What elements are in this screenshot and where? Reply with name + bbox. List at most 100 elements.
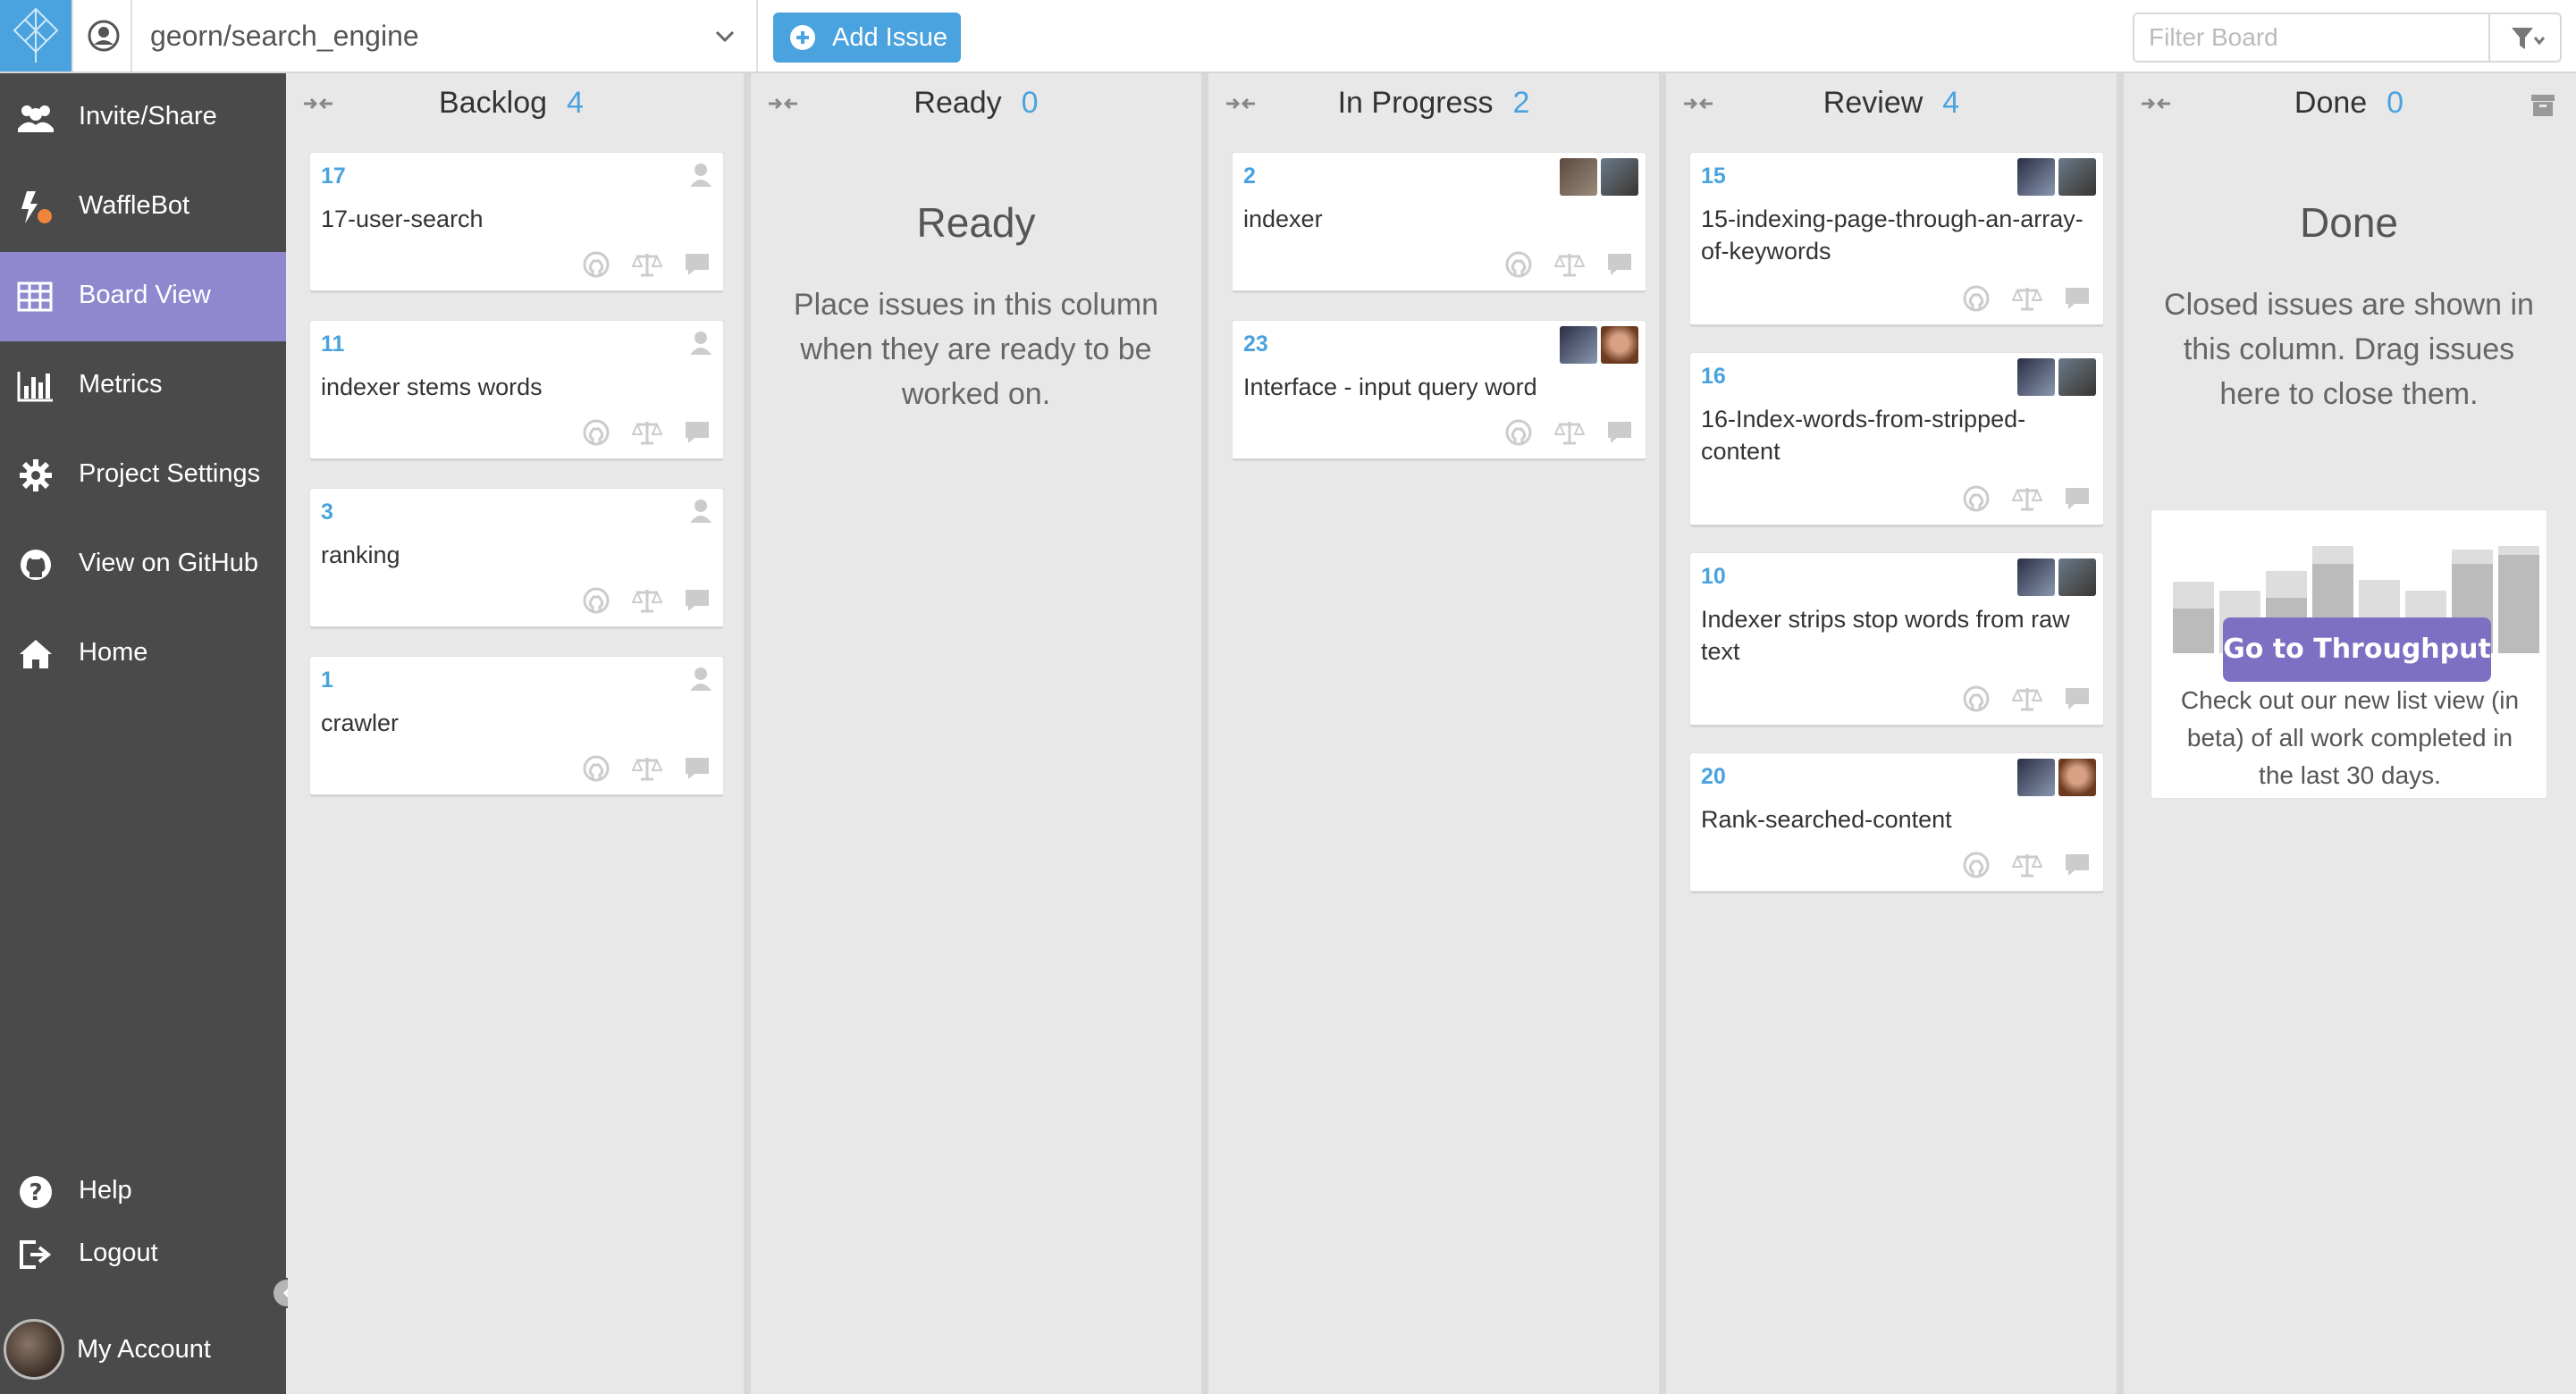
card-actions xyxy=(1945,485,2091,512)
github-icon[interactable] xyxy=(1963,852,1990,878)
avatar[interactable] xyxy=(2058,759,2096,796)
avatar[interactable] xyxy=(1560,158,1597,196)
balance-scale-icon[interactable] xyxy=(1553,251,1585,278)
comment-icon[interactable] xyxy=(2064,286,2091,311)
empty-column-message: Ready Place issues in this column when t… xyxy=(779,198,1173,416)
column-review: Review 4 15 15-indexing-page-through-an-a… xyxy=(1668,73,2115,1394)
account-avatar[interactable] xyxy=(4,1319,64,1380)
github-icon[interactable] xyxy=(1963,285,1990,312)
unassigned-user-icon[interactable] xyxy=(689,162,712,189)
avatar[interactable] xyxy=(2017,558,2055,596)
balance-scale-icon[interactable] xyxy=(631,587,662,614)
github-icon[interactable] xyxy=(583,755,610,782)
column-in-progress: In Progress 2 2 indexer 23 Interface - in… xyxy=(1210,73,1657,1394)
balance-scale-icon[interactable] xyxy=(1553,419,1585,446)
avatar[interactable] xyxy=(2017,759,2055,796)
balance-scale-icon[interactable] xyxy=(2011,485,2042,512)
sidebar-item-view-on-github[interactable]: View on GitHub xyxy=(0,520,286,609)
github-icon[interactable] xyxy=(1963,685,1990,712)
comment-icon[interactable] xyxy=(684,420,711,445)
issue-title: 16-Index-words-from-stripped-content xyxy=(1701,406,2026,465)
github-icon[interactable] xyxy=(1505,251,1532,278)
issue-card[interactable]: 15 15-indexing-page-through-an-array-of-… xyxy=(1689,152,2104,327)
add-issue-button[interactable]: Add Issue xyxy=(773,13,961,63)
balance-scale-icon[interactable] xyxy=(631,419,662,446)
sidebar-item-board-view[interactable]: Board View xyxy=(0,252,286,341)
column-divider xyxy=(1201,73,1208,1394)
comment-icon[interactable] xyxy=(2064,686,2091,711)
avatar[interactable] xyxy=(2058,158,2096,196)
go-to-throughput-button[interactable]: Go to Throughput xyxy=(2223,617,2491,682)
comment-icon[interactable] xyxy=(684,756,711,781)
comment-icon[interactable] xyxy=(1606,252,1633,277)
comment-icon[interactable] xyxy=(2064,852,2091,878)
issue-card[interactable]: 11 indexer stems words xyxy=(309,320,724,461)
sidebar-item-home[interactable]: Home xyxy=(0,609,286,699)
issue-number: 15 xyxy=(1701,164,1726,189)
issue-card[interactable]: 20 Rank-searched-content xyxy=(1689,752,2104,894)
avatar[interactable] xyxy=(2058,358,2096,396)
filter-icon xyxy=(2512,28,2546,49)
avatar[interactable] xyxy=(2017,358,2055,396)
balance-scale-icon[interactable] xyxy=(2011,852,2042,878)
issue-card[interactable]: 23 Interface - input query word xyxy=(1232,320,1646,461)
avatar[interactable] xyxy=(1560,326,1597,364)
avatar[interactable] xyxy=(1601,326,1638,364)
unassigned-user-icon[interactable] xyxy=(689,666,712,693)
issue-card[interactable]: 17 17-user-search xyxy=(309,152,724,293)
github-icon[interactable] xyxy=(583,419,610,446)
balance-scale-icon[interactable] xyxy=(631,251,662,278)
my-account-link[interactable]: My Account xyxy=(77,1335,211,1365)
issue-title: 15-indexing-page-through-an-array-of-key… xyxy=(1701,206,2084,265)
balance-scale-icon[interactable] xyxy=(631,755,662,782)
column-count: 4 xyxy=(567,86,584,120)
project-selector[interactable]: georn/search_engine xyxy=(132,0,758,71)
empty-column-body: Place issues in this column when they ar… xyxy=(793,288,1159,411)
unassigned-user-icon[interactable] xyxy=(689,498,712,525)
issue-title: ranking xyxy=(321,542,400,568)
balance-scale-icon[interactable] xyxy=(2011,285,2042,312)
users-icon xyxy=(18,105,54,132)
waffle-logo[interactable] xyxy=(0,0,72,71)
issue-card[interactable]: 16 16-Index-words-from-stripped-content xyxy=(1689,352,2104,527)
archive-icon[interactable] xyxy=(2530,93,2556,118)
comment-icon[interactable] xyxy=(684,588,711,613)
github-icon[interactable] xyxy=(1505,419,1532,446)
column-title: Review xyxy=(1823,86,1924,120)
sidebar-item-help[interactable]: ? Help xyxy=(0,1160,286,1222)
unassigned-user-icon[interactable] xyxy=(689,330,712,357)
column-backlog: Backlog 4 17 17-user-search 11 indexer st… xyxy=(288,73,735,1394)
avatar[interactable] xyxy=(2017,158,2055,196)
filter-input[interactable] xyxy=(2134,14,2492,61)
column-title: Backlog xyxy=(439,86,548,120)
column-divider xyxy=(2117,73,2124,1394)
avatar[interactable] xyxy=(1601,158,1638,196)
issue-card[interactable]: 2 indexer xyxy=(1232,152,1646,293)
github-icon[interactable] xyxy=(583,587,610,614)
assignee-avatars xyxy=(1556,326,1638,368)
issue-card[interactable]: 1 crawler xyxy=(309,656,724,797)
sidebar-item-invite-share[interactable]: Invite/Share xyxy=(0,73,286,163)
empty-column-title: Ready xyxy=(916,199,1036,246)
empty-column-body: Closed issues are shown in this column. … xyxy=(2164,288,2534,411)
comment-icon[interactable] xyxy=(2064,486,2091,511)
card-actions xyxy=(565,587,711,614)
top-bar: georn/search_engine Add Issue xyxy=(0,0,2576,73)
sidebar-item-project-settings[interactable]: Project Settings xyxy=(0,431,286,520)
balance-scale-icon[interactable] xyxy=(2011,685,2042,712)
home-icon xyxy=(20,640,52,668)
issue-card[interactable]: 10 Indexer strips stop words from raw te… xyxy=(1689,552,2104,727)
comment-icon[interactable] xyxy=(1606,420,1633,445)
project-name: georn/search_engine xyxy=(150,20,419,52)
comment-icon[interactable] xyxy=(684,252,711,277)
sidebar-item-metrics[interactable]: Metrics xyxy=(0,341,286,431)
github-icon[interactable] xyxy=(583,251,610,278)
filter-dropdown-button[interactable] xyxy=(2488,14,2560,61)
sidebar-item-wafflebot[interactable]: WaffleBot xyxy=(0,163,286,252)
account-switcher[interactable] xyxy=(72,0,132,71)
github-icon[interactable] xyxy=(1963,485,1990,512)
sidebar-item-logout[interactable]: Logout xyxy=(0,1222,286,1285)
plus-circle-icon xyxy=(790,25,815,50)
avatar[interactable] xyxy=(2058,558,2096,596)
issue-card[interactable]: 3 ranking xyxy=(309,488,724,629)
